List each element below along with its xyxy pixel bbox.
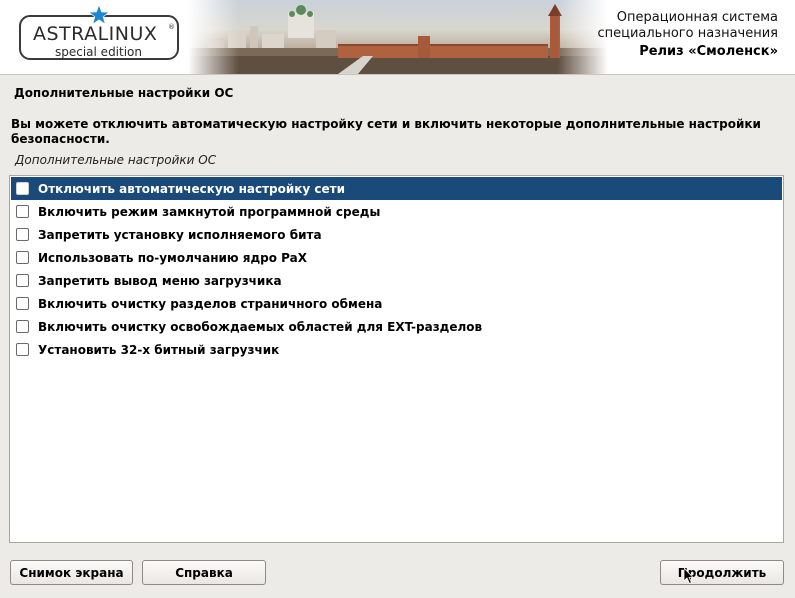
- option-closed-software-environment[interactable]: Включить режим замкнутой программной сре…: [11, 200, 782, 223]
- mouse-pointer-icon: [684, 568, 694, 584]
- continue-button[interactable]: Продолжить: [660, 560, 784, 585]
- logo-registered-mark: ®: [168, 23, 175, 31]
- checkbox-icon[interactable]: [16, 251, 29, 264]
- option-forbid-exec-bit[interactable]: Запретить установку исполняемого бита: [11, 223, 782, 246]
- option-label: Запретить вывод меню загрузчика: [38, 273, 282, 288]
- option-default-pax-kernel[interactable]: Использовать по-умолчанию ядро PaX: [11, 246, 782, 269]
- release-name: Релиз «Смоленск»: [639, 44, 778, 59]
- option-label: Включить очистку разделов страничного об…: [38, 296, 383, 311]
- smolensk-panorama-image: [188, 4, 608, 74]
- os-name-line2: специального назначения: [597, 26, 778, 41]
- option-hide-bootloader-menu[interactable]: Запретить вывод меню загрузчика: [11, 269, 782, 292]
- option-label: Использовать по-умолчанию ядро PaX: [38, 250, 307, 265]
- option-label: Отключить автоматическую настройку сети: [38, 181, 346, 196]
- option-swap-cleanup[interactable]: Включить очистку разделов страничного об…: [11, 292, 782, 315]
- checkbox-icon[interactable]: [16, 205, 29, 218]
- header-banner: ASTRALINUX ® special edition Операционна…: [0, 0, 795, 74]
- option-ext-freed-areas-cleanup[interactable]: Включить очистку освобождаемых областей …: [11, 315, 782, 338]
- option-disable-network-autoconfig[interactable]: Отключить автоматическую настройку сети: [11, 177, 782, 200]
- option-32bit-bootloader[interactable]: Установить 32-х битный загрузчик: [11, 338, 782, 361]
- checkbox-icon[interactable]: [16, 320, 29, 333]
- page-title: Дополнительные настройки ОС: [14, 86, 234, 100]
- option-label: Запретить установку исполняемого бита: [38, 227, 322, 242]
- logo-subtitle: special edition: [55, 45, 143, 59]
- banner-divider: [0, 74, 795, 75]
- checkbox-icon[interactable]: [16, 274, 29, 287]
- logo-title: ASTRALINUX: [33, 23, 158, 45]
- checkbox-icon[interactable]: [16, 343, 29, 356]
- star-icon: [88, 4, 110, 26]
- option-label: Установить 32-х битный загрузчик: [38, 342, 280, 357]
- checkbox-icon[interactable]: [16, 297, 29, 310]
- help-button[interactable]: Справка: [142, 560, 266, 585]
- options-list: Отключить автоматическую настройку сети …: [9, 175, 784, 543]
- checkbox-icon[interactable]: [16, 228, 29, 241]
- checkbox-icon[interactable]: [16, 182, 29, 195]
- option-label: Включить очистку освобождаемых областей …: [38, 319, 483, 334]
- option-label: Включить режим замкнутой программной сре…: [38, 204, 381, 219]
- banner-photo: [188, 0, 608, 74]
- screenshot-button[interactable]: Снимок экрана: [10, 560, 133, 585]
- page-description: Вы можете отключить автоматическую настр…: [11, 117, 761, 146]
- os-name-line1: Операционная система: [616, 10, 778, 25]
- options-list-caption: Дополнительные настройки ОС: [15, 153, 217, 167]
